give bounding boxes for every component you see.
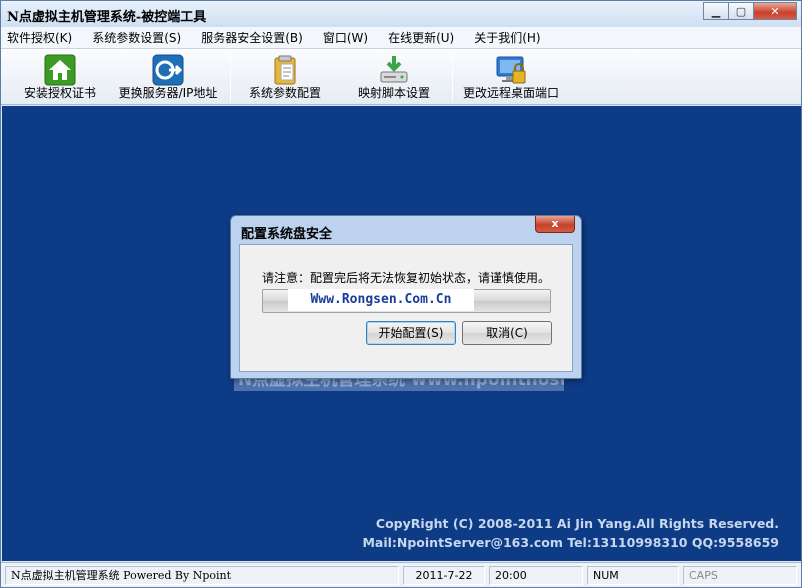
system-params-config-button[interactable]: 系统参数配置 <box>239 49 331 105</box>
status-app-text: N点虚拟主机管理系统 Powered By Npoint <box>5 566 399 585</box>
copyright-line: CopyRight (C) 2008-2011 Ai Jin Yang.All … <box>375 516 779 531</box>
status-caps: CAPS <box>683 566 797 585</box>
website-overlay: Www.Rongsen.Com.Cn <box>288 289 474 311</box>
clipboard-icon <box>274 55 296 85</box>
status-date: 2011-7-22 <box>403 566 485 585</box>
menu-about[interactable]: 关于我们(H) <box>474 29 540 46</box>
mapping-script-settings-button[interactable]: 映射脚本设置 <box>349 49 439 105</box>
dialog-body: 请注意：配置完后将无法恢复初始状态，请谨慎使用。 Www.Rongsen.Com… <box>239 244 573 372</box>
install-license-button[interactable]: 安装授权证书 <box>15 49 105 105</box>
close-button[interactable]: ✕ <box>753 2 797 20</box>
monitor-lock-icon <box>496 56 526 84</box>
menu-window[interactable]: 窗口(W) <box>323 29 368 46</box>
minimize-button[interactable]: ▁ <box>703 2 729 20</box>
dialog-close-button[interactable]: x <box>535 216 575 233</box>
toolbar-label: 系统参数配置 <box>248 86 321 100</box>
change-rdp-port-button[interactable]: 更改远程桌面端口 <box>459 49 563 105</box>
toolbar-label: 更改远程桌面端口 <box>462 86 559 100</box>
menu-online-update[interactable]: 在线更新(U) <box>388 29 454 46</box>
warning-message: 请注意：配置完后将无法恢复初始状态，请谨慎使用。 <box>262 271 551 285</box>
cancel-button[interactable]: 取消(C) <box>462 321 552 345</box>
start-config-button[interactable]: 开始配置(S) <box>366 321 456 345</box>
contact-line: Mail:NpointServer@163.com Tel:1311099831… <box>362 535 779 550</box>
app-window: N点虚拟主机管理系统-被控端工具 ▁ ▢ ✕ 软件授权(K) 系统参数设置(S)… <box>0 0 802 588</box>
window-title: N点虚拟主机管理系统-被控端工具 <box>7 10 207 25</box>
server-arrow-icon <box>152 54 184 86</box>
toolbar-label: 映射脚本设置 <box>357 86 430 100</box>
config-system-disk-dialog: 配置系统盘安全 x 请注意：配置完后将无法恢复初始状态，请谨慎使用。 Www.R… <box>230 215 582 379</box>
window-controls: ▁ ▢ ✕ <box>703 2 797 20</box>
toolbar-label: 更换服务器/IP地址 <box>118 86 218 100</box>
status-time: 20:00 <box>489 566 583 585</box>
download-drive-icon <box>380 56 408 83</box>
maximize-button[interactable]: ▢ <box>728 2 754 20</box>
menu-bar: 软件授权(K) 系统参数设置(S) 服务器安全设置(B) 窗口(W) 在线更新(… <box>1 27 801 49</box>
copyright-block: CopyRight (C) 2008-2011 Ai Jin Yang.All … <box>362 514 779 552</box>
toolbar-separator <box>452 53 453 101</box>
menu-server-security[interactable]: 服务器安全设置(B) <box>201 29 303 46</box>
status-bar: N点虚拟主机管理系统 Powered By Npoint 2011-7-22 2… <box>1 562 801 587</box>
menu-software-license[interactable]: 软件授权(K) <box>7 29 72 46</box>
home-icon <box>44 54 76 86</box>
dialog-title: 配置系统盘安全 <box>241 227 333 242</box>
toolbar: 安装授权证书 更换服务器/IP地址 系统参数配置 映射脚本设置 更改远程桌面端口 <box>1 49 801 105</box>
change-server-ip-button[interactable]: 更换服务器/IP地址 <box>111 49 225 105</box>
toolbar-separator <box>230 53 231 101</box>
menu-system-params[interactable]: 系统参数设置(S) <box>92 29 181 46</box>
toolbar-label: 安装授权证书 <box>23 86 96 100</box>
title-bar[interactable]: N点虚拟主机管理系统-被控端工具 ▁ ▢ ✕ <box>1 1 801 27</box>
status-num: NUM <box>587 566 679 585</box>
